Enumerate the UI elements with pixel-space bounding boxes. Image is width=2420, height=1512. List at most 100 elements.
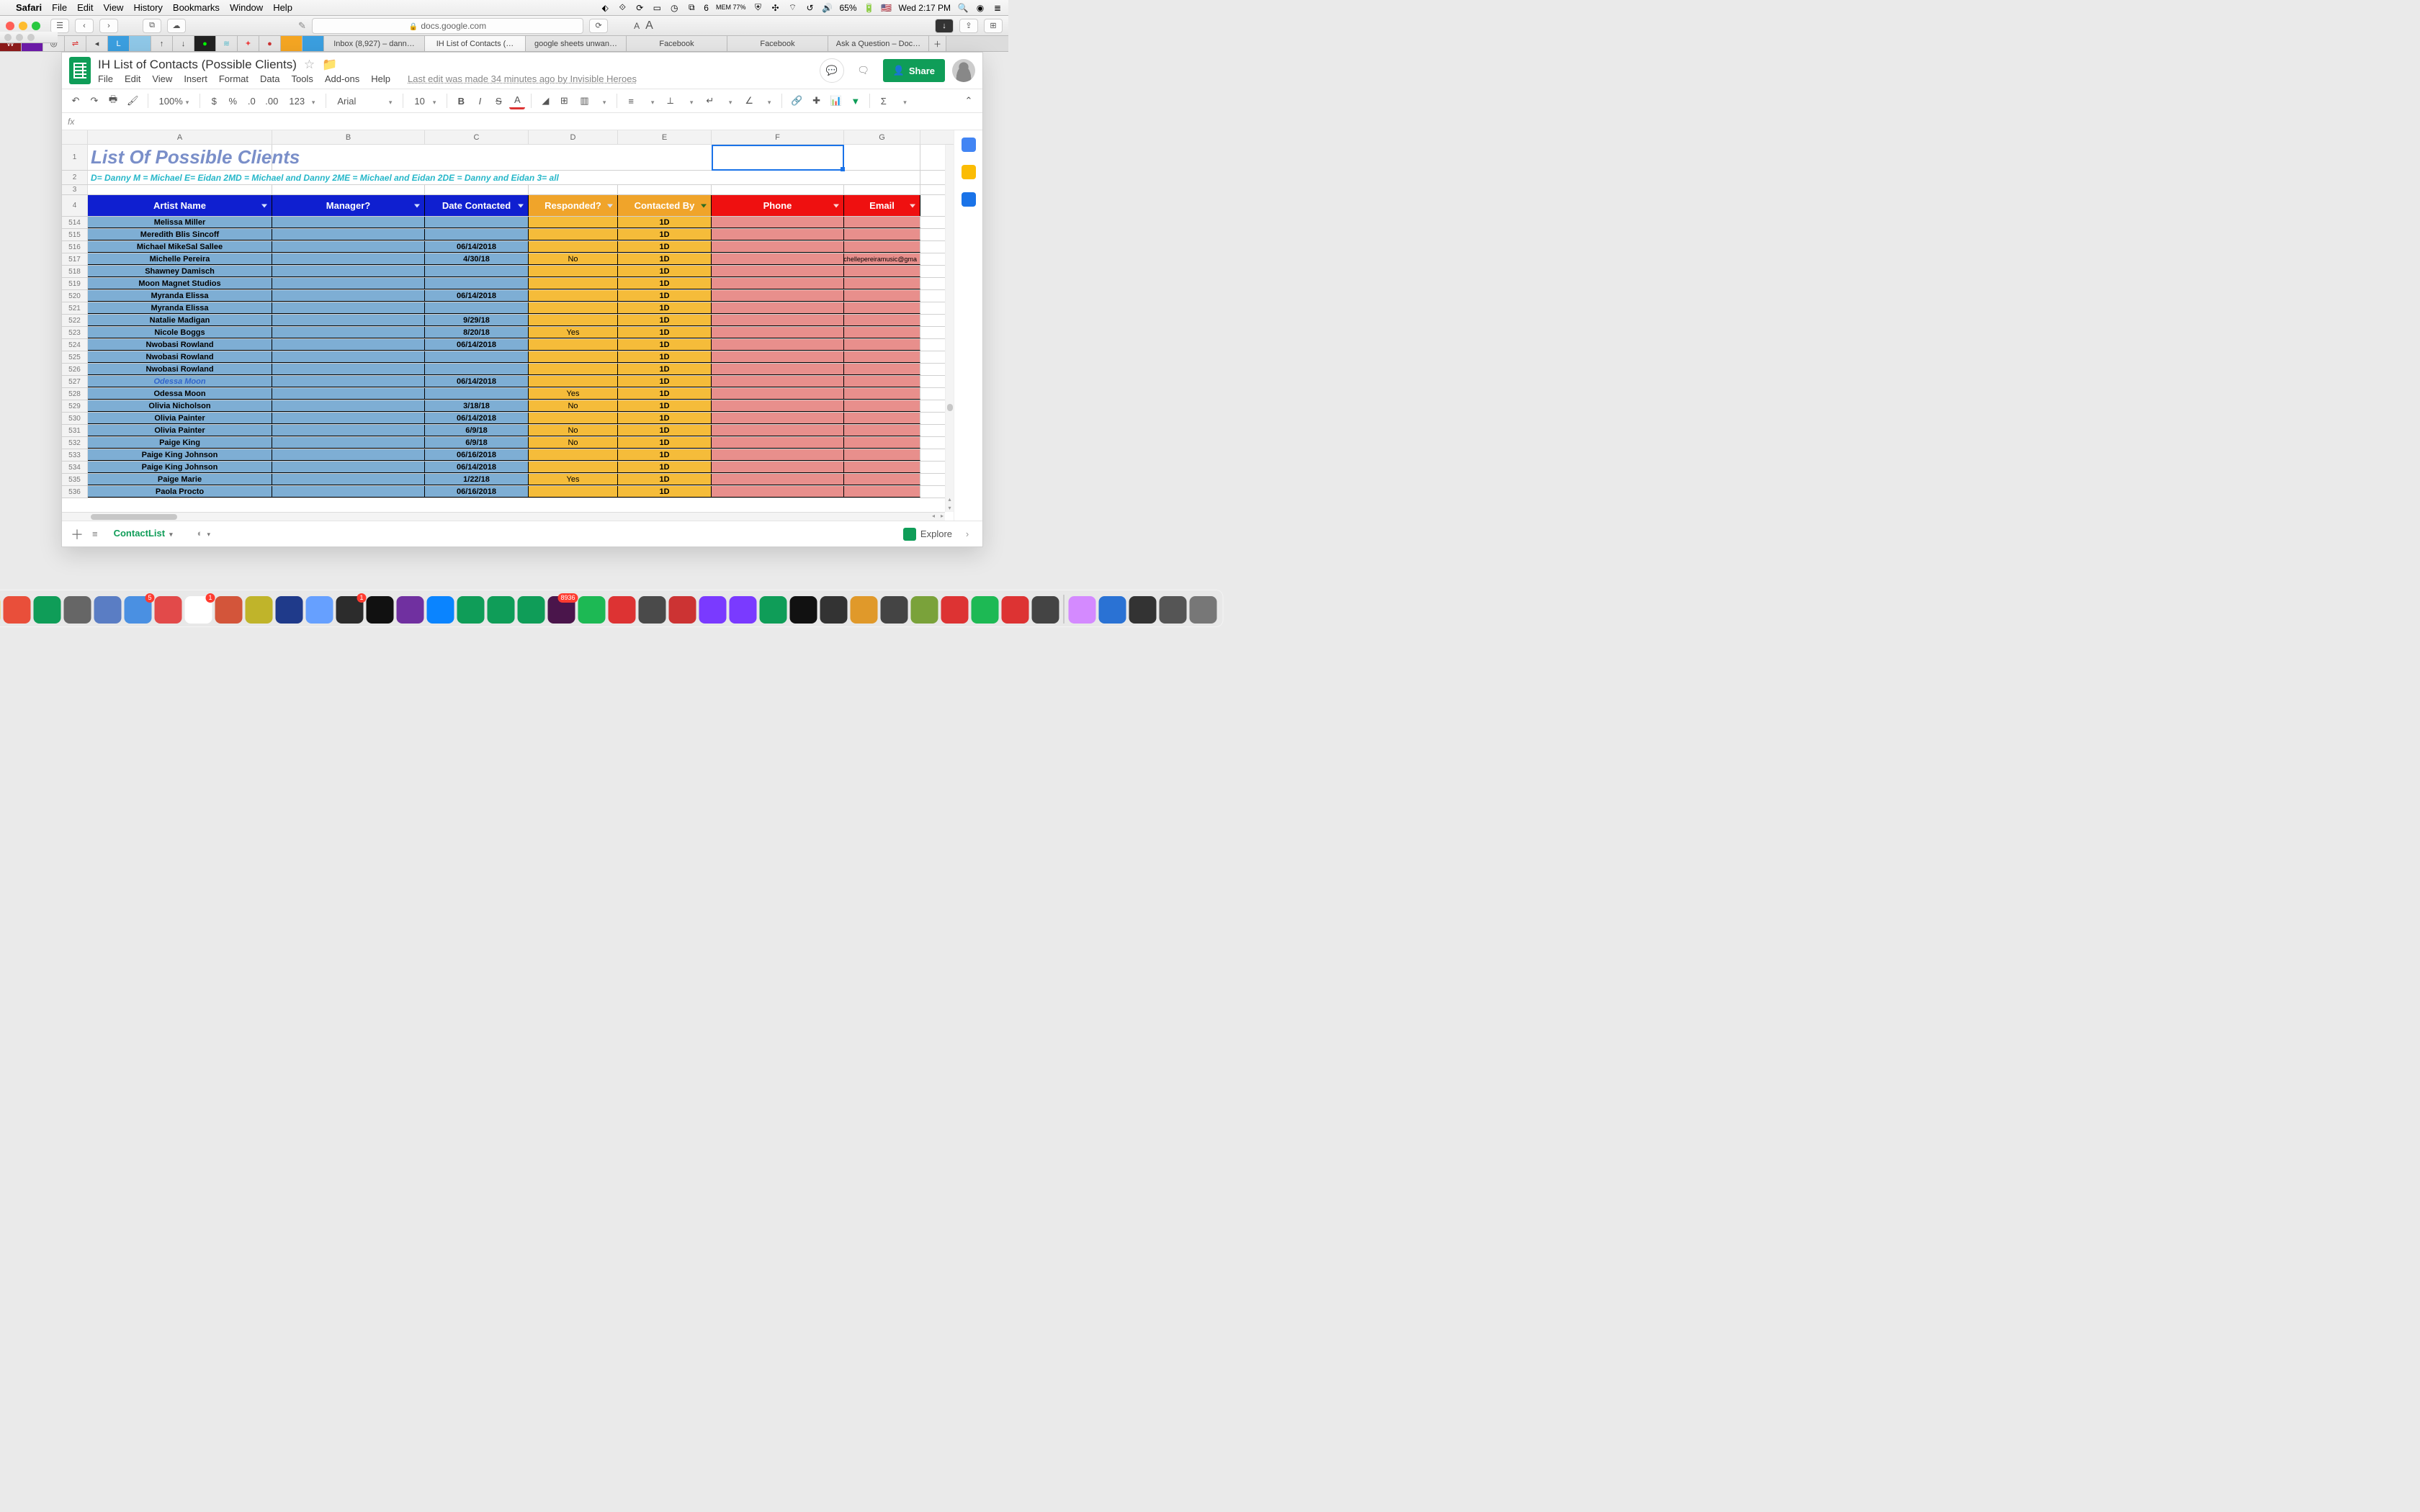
cell-contacted-by[interactable]: 1D: [618, 376, 712, 387]
cell-phone[interactable]: [712, 339, 844, 351]
column-header[interactable]: D: [529, 130, 618, 144]
cell-responded[interactable]: [529, 302, 618, 314]
cell-artist-name[interactable]: Shawney Damisch: [88, 266, 272, 277]
browser-tab[interactable]: google sheets unwan…: [526, 36, 627, 51]
cell-date-contacted[interactable]: [425, 229, 529, 240]
cell-artist-name[interactable]: Paige Marie: [88, 474, 272, 485]
dropbox-icon[interactable]: ⬖: [600, 3, 610, 13]
cell-manager[interactable]: [272, 241, 425, 253]
cell-phone[interactable]: [712, 388, 844, 400]
open-comments-icon[interactable]: 🗨: [851, 58, 876, 83]
pinned-tab[interactable]: ⇌: [65, 36, 86, 51]
title-cell[interactable]: List Of Possible Clients: [88, 145, 272, 170]
column-header-cell[interactable]: Contacted By: [618, 195, 712, 216]
cell-date-contacted[interactable]: 06/14/2018: [425, 241, 529, 253]
cell-phone[interactable]: [712, 364, 844, 375]
row-header[interactable]: 535: [62, 474, 88, 485]
horizontal-scrollbar[interactable]: ◂▸: [62, 512, 945, 521]
notification-center-icon[interactable]: ≣: [992, 3, 1003, 13]
vertical-scrollbar[interactable]: ▴▾: [945, 145, 954, 512]
dock-app-icon[interactable]: [64, 596, 91, 624]
account-avatar[interactable]: [952, 59, 975, 82]
cell-email[interactable]: [844, 364, 920, 375]
pinned-tab[interactable]: ↑: [151, 36, 173, 51]
dock-app-icon[interactable]: [790, 596, 817, 624]
cell-email[interactable]: [844, 449, 920, 461]
menu-file[interactable]: File: [52, 2, 67, 13]
dock-app-icon[interactable]: 8936: [548, 596, 575, 624]
cell-artist-name[interactable]: Myranda Elissa: [88, 302, 272, 314]
row-header[interactable]: 517: [62, 253, 88, 265]
cell-responded[interactable]: [529, 339, 618, 351]
menu-edit[interactable]: Edit: [77, 2, 93, 13]
menubar-extra-icon[interactable]: ✣: [770, 3, 780, 13]
cell-email[interactable]: [844, 266, 920, 277]
cell[interactable]: [425, 185, 529, 194]
share-button[interactable]: 👤 Share: [883, 59, 945, 82]
cell-contacted-by[interactable]: 1D: [618, 388, 712, 400]
cell[interactable]: [272, 185, 425, 194]
cell-date-contacted[interactable]: 6/9/18: [425, 437, 529, 449]
gs-menu-format[interactable]: Format: [219, 73, 248, 84]
horizontal-align[interactable]: ≡: [623, 92, 659, 109]
cell-artist-name[interactable]: Meredith Blis Sincoff: [88, 229, 272, 240]
pinned-tab[interactable]: ●: [194, 36, 216, 51]
dock-app-icon[interactable]: [427, 596, 454, 624]
menu-view[interactable]: View: [104, 2, 124, 13]
add-sheet-button[interactable]: ＋: [69, 525, 85, 544]
cell-email[interactable]: [844, 425, 920, 436]
dock-app-icon[interactable]: [367, 596, 394, 624]
filter-button[interactable]: ▼: [848, 92, 864, 109]
cell-phone[interactable]: [712, 437, 844, 449]
tab-overview[interactable]: ⊞: [984, 19, 1003, 33]
dock-app-icon[interactable]: [457, 596, 485, 624]
browser-tab[interactable]: Inbox (8,927) – dann…: [324, 36, 425, 51]
dock-app-icon[interactable]: [34, 596, 61, 624]
row-header[interactable]: 524: [62, 339, 88, 351]
cell-contacted-by[interactable]: 1D: [618, 217, 712, 228]
vpn-icon[interactable]: ⧉: [686, 3, 696, 13]
explore-icon[interactable]: [903, 528, 916, 541]
dock-app-icon[interactable]: [246, 596, 273, 624]
row-header[interactable]: 2: [62, 171, 88, 184]
clock-icon[interactable]: ◷: [669, 3, 679, 13]
cell-responded[interactable]: [529, 486, 618, 498]
row-header[interactable]: 514: [62, 217, 88, 228]
legend-cell[interactable]: D= Danny M = Michael E= Eidan 2MD = Mich…: [88, 171, 920, 184]
cell-responded[interactable]: No: [529, 437, 618, 449]
merge-cells-button[interactable]: ▥: [575, 92, 611, 109]
insert-link-button[interactable]: 🔗: [788, 92, 805, 109]
cell-contacted-by[interactable]: 1D: [618, 474, 712, 485]
vertical-align[interactable]: ⟂: [662, 92, 698, 109]
cell-email[interactable]: [844, 376, 920, 387]
row-header[interactable]: 529: [62, 400, 88, 412]
cell-phone[interactable]: [712, 449, 844, 461]
cell-responded[interactable]: [529, 376, 618, 387]
pinned-tab[interactable]: [281, 36, 302, 51]
sync-icon[interactable]: ⟳: [635, 3, 645, 13]
cell[interactable]: [529, 185, 618, 194]
cell-date-contacted[interactable]: 6/9/18: [425, 425, 529, 436]
cell-date-contacted[interactable]: 06/14/2018: [425, 462, 529, 473]
cell-date-contacted[interactable]: [425, 302, 529, 314]
cell-artist-name[interactable]: Paige King Johnson: [88, 449, 272, 461]
cell-date-contacted[interactable]: 9/29/18: [425, 315, 529, 326]
row-header[interactable]: 527: [62, 376, 88, 387]
dock-app-icon[interactable]: [155, 596, 182, 624]
cell-date-contacted[interactable]: 4/30/18: [425, 253, 529, 265]
cell-email[interactable]: [844, 339, 920, 351]
increase-decimal[interactable]: .00: [262, 92, 281, 109]
cell-phone[interactable]: [712, 229, 844, 240]
cell-contacted-by[interactable]: 1D: [618, 327, 712, 338]
text-wrap[interactable]: ↵: [701, 92, 737, 109]
italic-button[interactable]: I: [472, 92, 488, 109]
cell-date-contacted[interactable]: 06/16/2018: [425, 449, 529, 461]
row-header[interactable]: 518: [62, 266, 88, 277]
pinned-tab[interactable]: [302, 36, 324, 51]
zoom-window[interactable]: [32, 22, 40, 30]
dock-app-icon[interactable]: [972, 596, 999, 624]
autofill-icon[interactable]: ✎: [298, 20, 306, 32]
explore-label[interactable]: Explore: [920, 528, 952, 539]
cell-email[interactable]: [844, 302, 920, 314]
pinned-tab[interactable]: [130, 36, 151, 51]
